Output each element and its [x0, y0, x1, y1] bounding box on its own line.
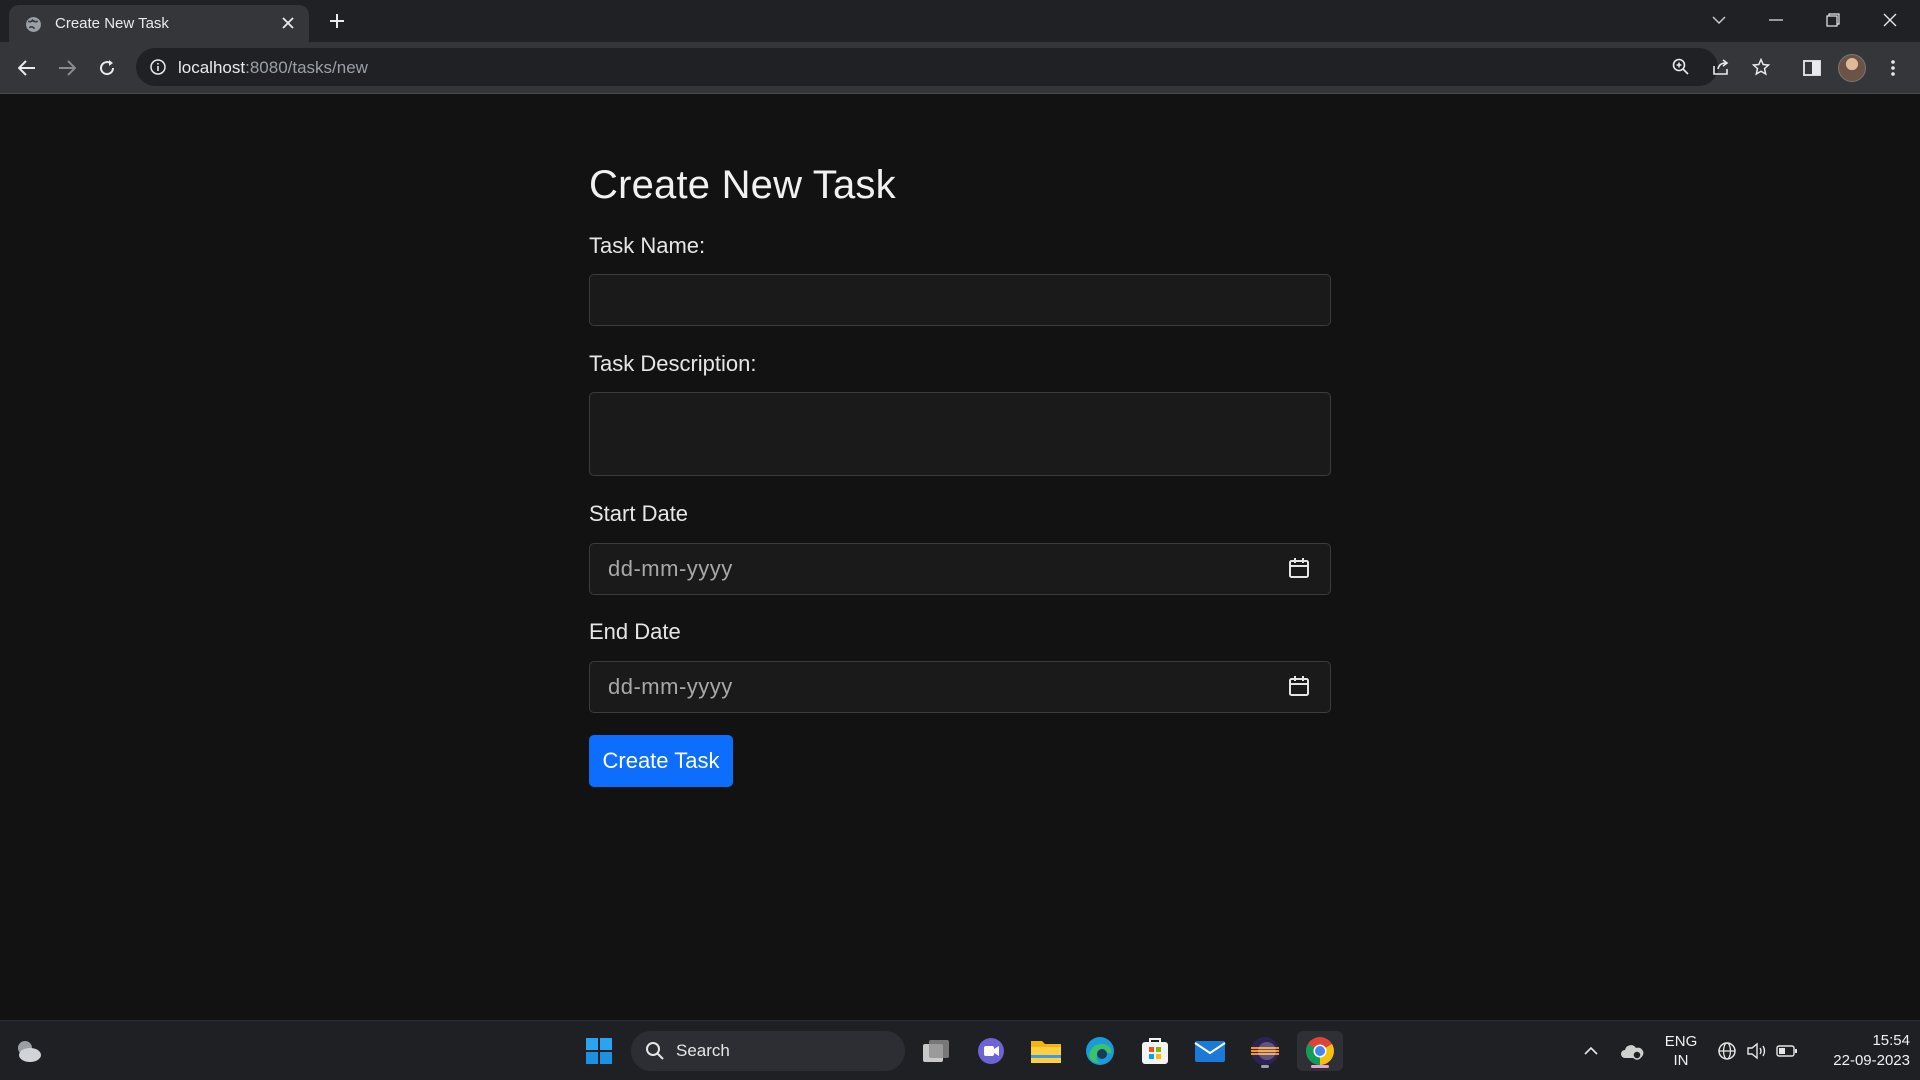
share-icon[interactable] — [1707, 53, 1735, 81]
task-name-input[interactable] — [590, 275, 1330, 325]
end-date-label: End Date — [589, 619, 681, 644]
search-icon — [646, 1042, 664, 1060]
clock[interactable]: 15:54 22-09-2023 — [1810, 1031, 1910, 1071]
new-tab-icon[interactable] — [324, 8, 350, 34]
site-info-icon[interactable] — [148, 57, 168, 77]
more-menu-icon[interactable] — [1878, 53, 1908, 83]
forward-icon[interactable] — [52, 53, 82, 83]
show-hidden-icons-chevron-icon[interactable] — [1573, 1031, 1609, 1071]
task-name-label: Task Name: — [589, 233, 706, 258]
browser-toolbar: localhost:8080/tasks/new — [0, 42, 1920, 94]
start-date-label: Start Date — [589, 501, 689, 526]
task-description-label: Task Description: — [589, 351, 757, 376]
task-name-field[interactable] — [589, 274, 1331, 326]
task-description-field[interactable] — [589, 392, 1331, 476]
end-date-input[interactable]: dd-mm-yyyy — [589, 661, 1331, 713]
running-indicator — [1261, 1065, 1269, 1068]
reload-icon[interactable] — [92, 53, 122, 83]
microsoft-store-icon[interactable] — [1135, 1031, 1175, 1071]
region-code: IN — [1673, 1052, 1689, 1069]
url-host: localhost — [178, 58, 246, 77]
url-text: localhost:8080/tasks/new — [178, 58, 368, 78]
minimize-icon[interactable] — [1756, 4, 1796, 36]
globe-icon — [26, 17, 41, 32]
url-path: :8080/tasks/new — [245, 58, 368, 77]
onedrive-cloud-icon[interactable] — [1614, 1031, 1650, 1071]
page-title: Create New Task — [589, 163, 896, 207]
back-icon[interactable] — [12, 53, 42, 83]
start-icon[interactable] — [579, 1031, 619, 1071]
create-task-button[interactable]: Create Task — [589, 735, 733, 787]
end-date-placeholder: dd-mm-yyyy — [608, 674, 733, 699]
taskbar-search[interactable]: Search — [631, 1031, 905, 1071]
mail-icon[interactable] — [1190, 1031, 1230, 1071]
tab-title: Create New Task — [55, 15, 169, 32]
start-date-input[interactable]: dd-mm-yyyy — [589, 543, 1331, 595]
language-code: ENG — [1664, 1033, 1698, 1050]
restore-icon[interactable] — [1813, 4, 1853, 36]
battery-icon[interactable] — [1772, 1031, 1802, 1071]
zoom-icon[interactable] — [1667, 53, 1695, 81]
taskbar-search-label: Search — [676, 1041, 730, 1060]
clock-date: 22-09-2023 — [1833, 1052, 1910, 1069]
edge-browser-icon[interactable] — [1080, 1031, 1120, 1071]
start-date-placeholder: dd-mm-yyyy — [608, 556, 733, 581]
tab-search-chevron-icon[interactable] — [1699, 4, 1739, 36]
chrome-icon[interactable] — [1297, 1031, 1343, 1071]
clock-time: 15:54 — [1872, 1032, 1910, 1049]
task-description-textarea[interactable] — [590, 393, 1330, 475]
network-globe-icon[interactable] — [1712, 1031, 1742, 1071]
bookmark-star-icon[interactable] — [1747, 53, 1775, 81]
browser-tab-strip: Create New Task — [0, 0, 1920, 42]
active-indicator — [1311, 1065, 1329, 1068]
side-panel-icon[interactable] — [1797, 53, 1827, 83]
address-bar[interactable]: localhost:8080/tasks/new — [136, 48, 1770, 86]
calendar-icon[interactable] — [1288, 675, 1310, 697]
page-content: Create New Task Task Name: Task Descript… — [0, 95, 1920, 1020]
language-indicator[interactable]: ENG IN — [1660, 1032, 1702, 1070]
calendar-icon[interactable] — [1288, 557, 1310, 579]
close-tab-icon[interactable] — [277, 12, 299, 34]
teams-chat-icon[interactable] — [971, 1031, 1011, 1071]
browser-tab[interactable]: Create New Task — [9, 5, 309, 42]
windows-taskbar: Search ENG IN 15:54 22-09-2023 — [0, 1020, 1920, 1080]
task-view-icon[interactable] — [916, 1031, 956, 1071]
weather-widget-icon[interactable] — [8, 1031, 48, 1071]
profile-avatar[interactable] — [1838, 54, 1866, 82]
close-window-icon[interactable] — [1870, 4, 1910, 36]
volume-icon[interactable] — [1742, 1031, 1772, 1071]
file-explorer-icon[interactable] — [1026, 1031, 1066, 1071]
eclipse-ide-icon[interactable] — [1245, 1031, 1285, 1071]
